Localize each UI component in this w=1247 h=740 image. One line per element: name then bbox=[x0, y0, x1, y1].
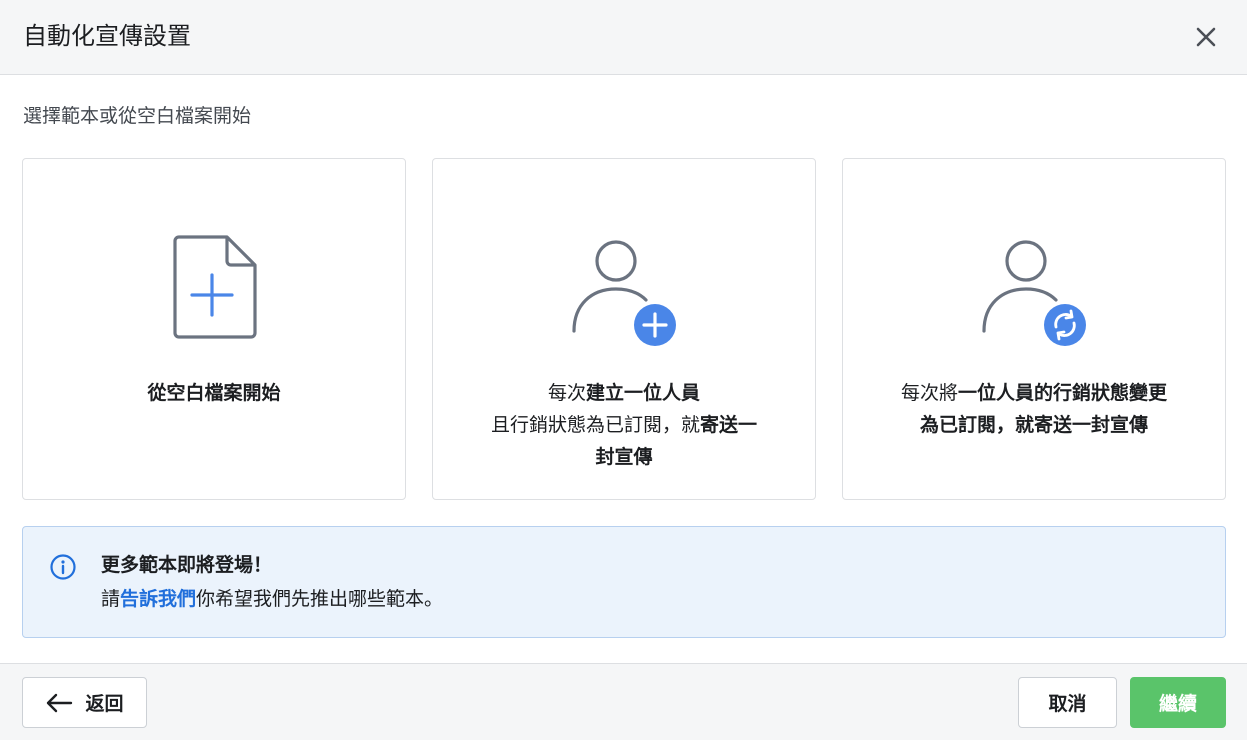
close-icon[interactable] bbox=[1195, 26, 1217, 48]
template-card-new-person[interactable]: 每次建立一位人員 且行銷狀態為已訂閱，就寄送一 封宣傳 bbox=[432, 158, 816, 500]
info-body-prefix: 請 bbox=[101, 588, 121, 610]
person-add-icon bbox=[572, 240, 676, 346]
close-button[interactable] bbox=[1190, 21, 1222, 53]
card-new-person-line2-bold: 寄送一 bbox=[700, 414, 758, 436]
blank-document-plus-icon bbox=[173, 235, 257, 339]
card-blank-label: 從空白檔案開始 bbox=[147, 382, 281, 404]
cancel-button[interactable]: 取消 bbox=[1018, 677, 1117, 728]
tell-us-link[interactable]: 告訴我們 bbox=[120, 588, 196, 610]
continue-button[interactable]: 繼續 bbox=[1130, 677, 1226, 728]
card-new-person-line1-prefix: 每次 bbox=[547, 382, 586, 404]
info-body-suffix: 你希望我們先推出哪些範本。 bbox=[196, 588, 444, 610]
cancel-button-label: 取消 bbox=[1048, 693, 1087, 715]
card-new-person-line2-light: 且行銷狀態為已訂閱，就 bbox=[490, 414, 700, 436]
info-body: 請告訴我們你希望我們先推出哪些範本。 bbox=[101, 585, 443, 613]
card-status-line2: 為已訂閱，就寄送一封宣傳 bbox=[919, 414, 1148, 436]
dialog-footer: 返回 取消 繼續 bbox=[0, 663, 1247, 740]
card-status-line1-prefix: 每次將 bbox=[900, 382, 958, 404]
back-button[interactable]: 返回 bbox=[22, 677, 147, 728]
template-card-status-change[interactable]: 每次將一位人員的行銷狀態變更 為已訂閱，就寄送一封宣傳 bbox=[842, 158, 1226, 500]
card-status-line1-bold: 一位人員的行銷狀態變更 bbox=[958, 382, 1168, 404]
continue-button-label: 繼續 bbox=[1158, 693, 1197, 715]
person-sync-icon bbox=[982, 240, 1086, 346]
back-button-label: 返回 bbox=[85, 693, 124, 715]
info-icon bbox=[50, 554, 76, 580]
subtitle: 選擇範本或從空白檔案開始 bbox=[23, 105, 252, 127]
arrow-left-icon bbox=[47, 693, 73, 712]
card-new-person-line1-bold: 建立一位人員 bbox=[586, 382, 701, 404]
dialog-header: 自動化宣傳設置 bbox=[0, 0, 1247, 75]
info-banner: 更多範本即將登場！ 請告訴我們你希望我們先推出哪些範本。 bbox=[22, 526, 1226, 638]
info-title: 更多範本即將登場！ bbox=[101, 554, 273, 576]
template-card-blank[interactable]: 從空白檔案開始 bbox=[22, 158, 406, 500]
dialog-title: 自動化宣傳設置 bbox=[23, 22, 191, 50]
card-new-person-line3: 封宣傳 bbox=[595, 446, 653, 468]
